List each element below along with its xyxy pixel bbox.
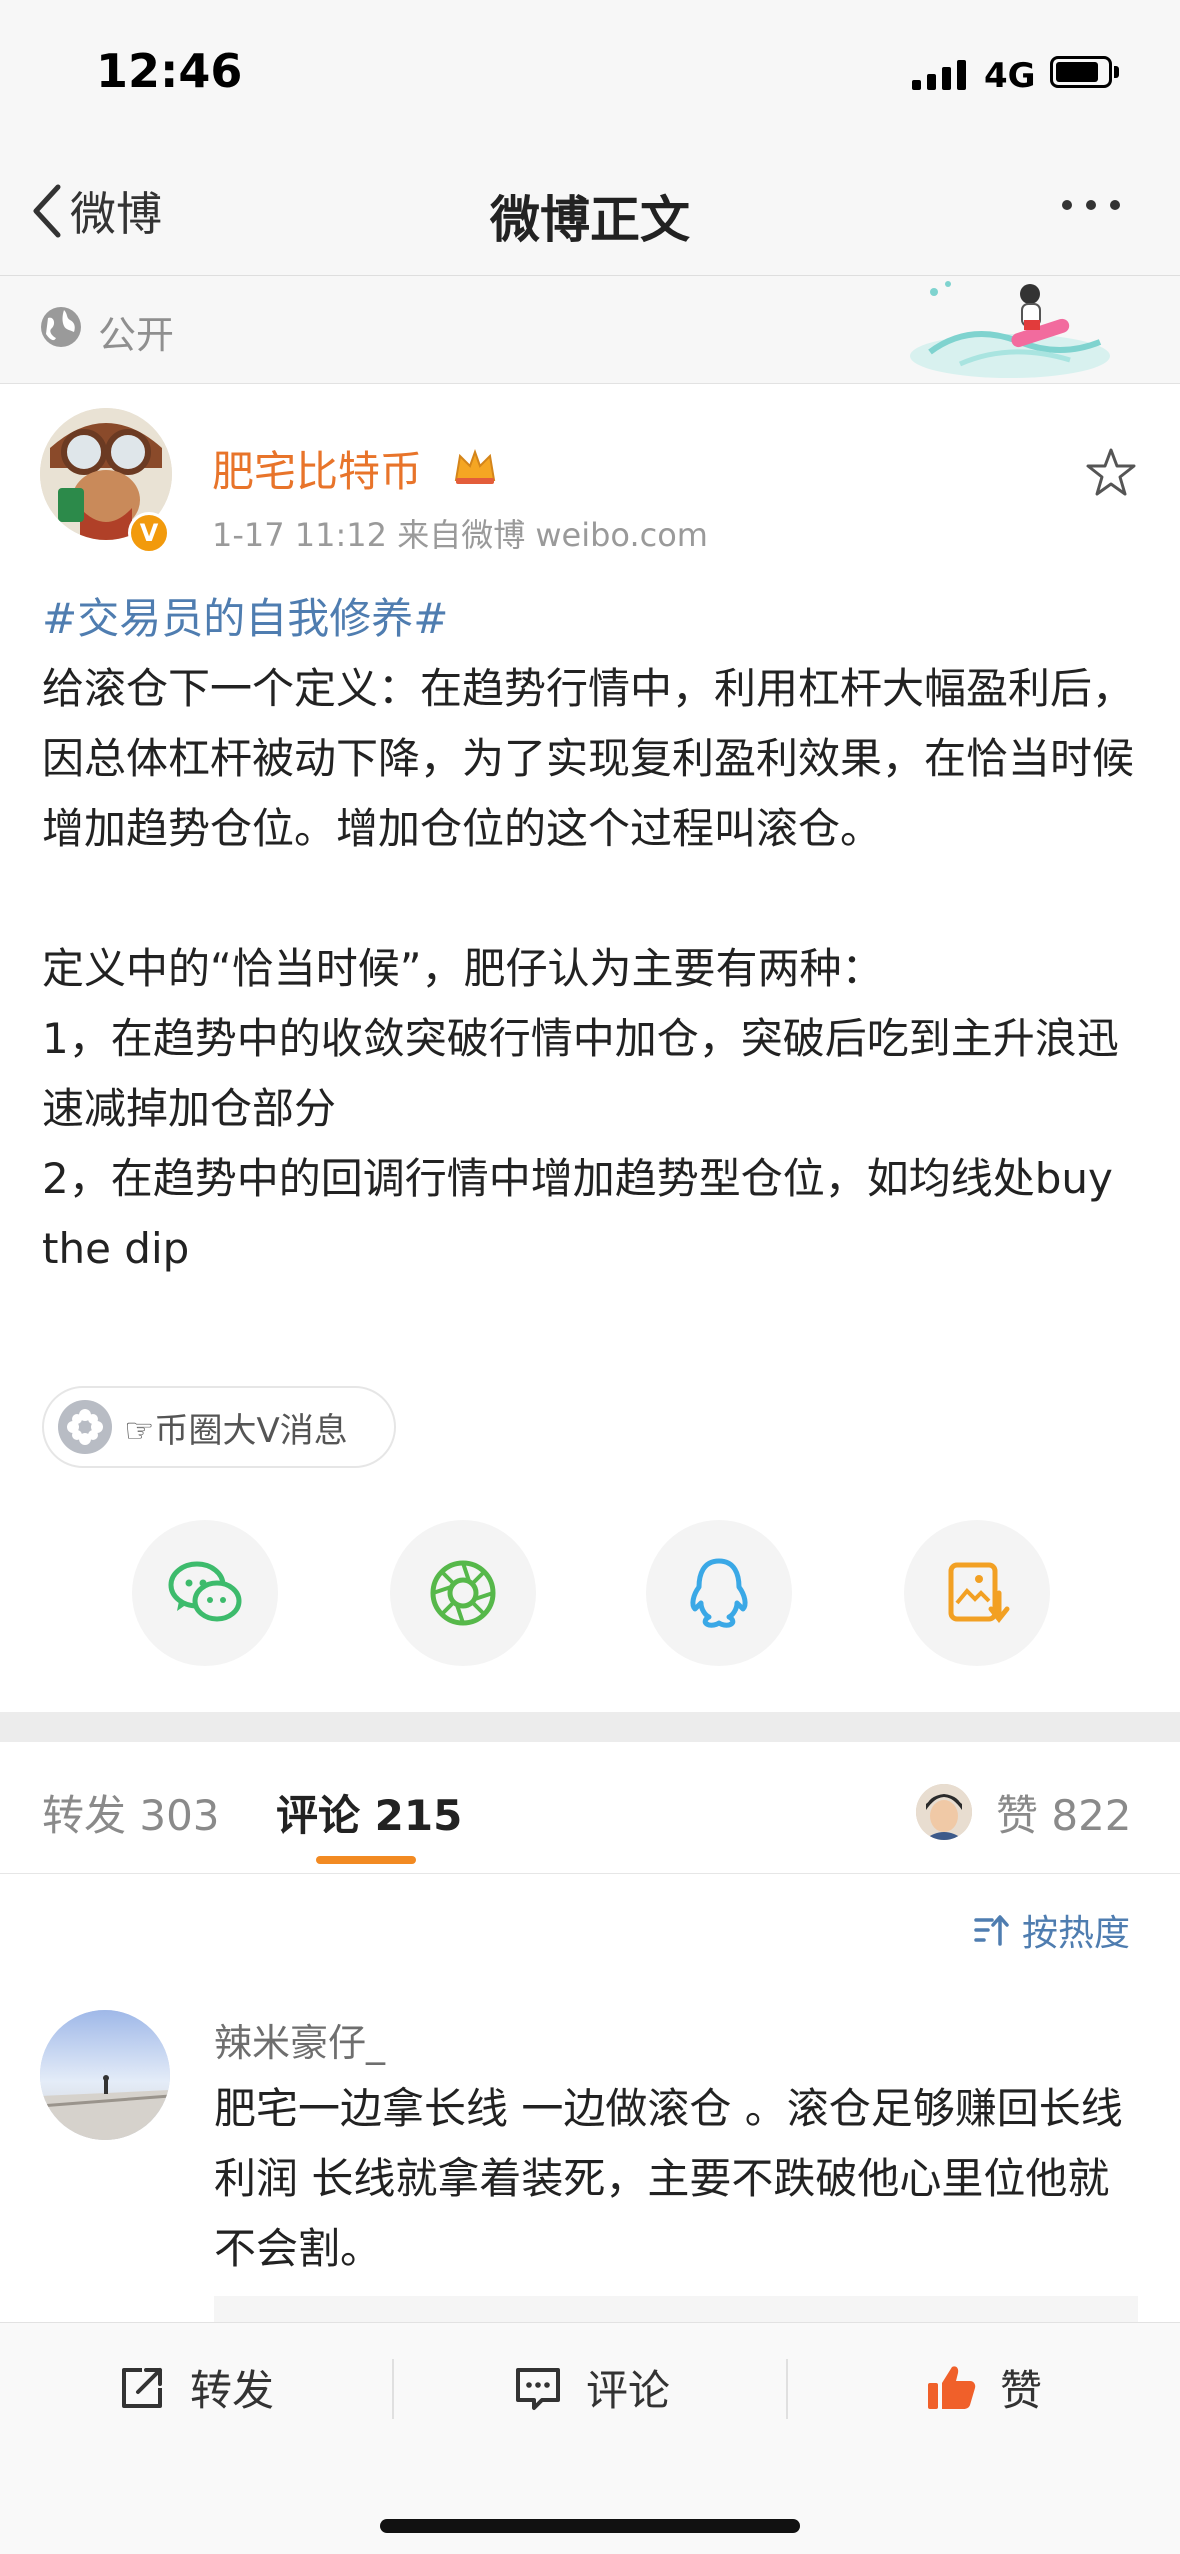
author-name[interactable]: 肥宅比特币 <box>212 438 422 499</box>
save-image-icon <box>948 1562 1010 1624</box>
status-time: 12:46 <box>96 44 243 98</box>
more-dot-icon <box>1086 200 1096 210</box>
sort-label: 按热度 <box>1022 1913 1131 1954</box>
tab-repost[interactable]: 转发 303 <box>42 1782 220 1843</box>
home-indicator <box>380 2519 800 2533</box>
chip-label: ☞币圈大V消息 <box>124 1410 348 1451</box>
thumbs-up-icon <box>928 2365 976 2409</box>
more-dot-icon <box>1062 200 1072 210</box>
moments-icon <box>430 1560 496 1626</box>
commenter-name[interactable]: 辣米豪仔_ <box>214 2012 385 2067</box>
divider <box>392 2359 394 2419</box>
commenter-avatar[interactable] <box>40 2010 170 2140</box>
post-content: #交易员的自我修养# 给滚仓下一个定义：在趋势行情中，利用杠杆大幅盈利后，因总体… <box>42 584 1142 1284</box>
comment-button[interactable]: 评论 <box>512 2357 670 2418</box>
chip-flower-icon <box>58 1400 112 1454</box>
comment-replies-box[interactable] <box>214 2296 1138 2322</box>
divider <box>786 2359 788 2419</box>
like-button[interactable]: 赞 <box>924 2357 1042 2418</box>
wechat-icon <box>168 1561 242 1622</box>
crown-badge-icon <box>454 449 496 484</box>
tab-comment[interactable]: 评论 215 <box>276 1782 462 1843</box>
back-label: 微博 <box>70 187 162 241</box>
section-divider <box>0 1712 1180 1742</box>
visibility-row: 公开 <box>0 276 1180 384</box>
page-title: 微博正文 <box>490 191 690 249</box>
visibility-label: 公开 <box>98 313 175 357</box>
battery-icon <box>1050 56 1112 88</box>
post-meta: 1-17 11:12 来自微博 weibo.com <box>212 516 708 554</box>
qq-icon <box>690 1558 748 1628</box>
active-tab-indicator <box>316 1856 416 1864</box>
bottom-action-bar: 转发 评论 赞 <box>0 2322 1180 2554</box>
post-point: 1，在趋势中的收敛突破行情中加仓，突破后吃到主升浪迅速减掉加仓部分 <box>42 1014 1119 1133</box>
favorite-star-icon[interactable] <box>1084 446 1138 500</box>
battery-cap <box>1114 66 1119 78</box>
back-button[interactable]: 微博 <box>30 178 162 244</box>
network-type: 4G <box>984 56 1036 96</box>
interaction-tabs: 转发 303 评论 215 赞 822 <box>0 1742 1180 1874</box>
globe-icon <box>41 307 81 347</box>
tab-like[interactable]: 赞 822 <box>996 1782 1132 1843</box>
signal-icon <box>912 58 966 90</box>
post-paragraph: 给滚仓下一个定义：在趋势行情中，利用杠杆大幅盈利后，因总体杠杆被动下降，为了实现… <box>42 664 1135 853</box>
sort-icon <box>974 1915 1009 1946</box>
sort-by-hot-button[interactable]: 按热度 <box>972 1904 1130 1956</box>
liker-avatar <box>916 1784 972 1840</box>
more-options-button[interactable] <box>1062 200 1120 210</box>
repost-label: 转发 <box>190 2366 275 2415</box>
hashtag-link[interactable]: #交易员的自我修养# <box>42 584 1142 654</box>
topic-chip[interactable]: ☞币圈大V消息 <box>42 1386 396 1468</box>
avatar-image <box>40 2010 170 2140</box>
post-paragraph: 定义中的“恰当时候”，肥仔认为主要有两种： <box>42 944 884 993</box>
repost-icon <box>122 2367 162 2408</box>
like-label: 赞 <box>1000 2366 1043 2415</box>
weibo-post-page: 12:46 4G 微博 微博正文 公开 V 肥宅比特币 1-17 11:12 来… <box>0 0 1180 2554</box>
navigation-bar: 微博 微博正文 <box>0 150 1180 276</box>
share-wechat-button[interactable] <box>132 1520 278 1666</box>
comment-text: 肥宅一边拿长线 一边做滚仓 。滚仓足够赚回长线利润 长线就拿着装死，主要不跌破他… <box>214 2084 1123 2273</box>
more-dot-icon <box>1110 200 1120 210</box>
repost-button[interactable]: 转发 <box>116 2357 274 2418</box>
surfer-decoration-icon <box>910 281 1110 378</box>
save-image-button[interactable] <box>904 1520 1050 1666</box>
post-point: 2，在趋势中的回调行情中增加趋势型仓位，如均线处buy the dip <box>42 1154 1113 1273</box>
verified-badge-icon: V <box>128 512 170 554</box>
share-qq-button[interactable] <box>646 1520 792 1666</box>
share-moments-button[interactable] <box>390 1520 536 1666</box>
comment-label: 评论 <box>586 2366 671 2415</box>
comment-icon <box>516 2367 560 2410</box>
chevron-left-icon <box>33 184 61 238</box>
status-bar: 12:46 4G <box>0 0 1180 150</box>
